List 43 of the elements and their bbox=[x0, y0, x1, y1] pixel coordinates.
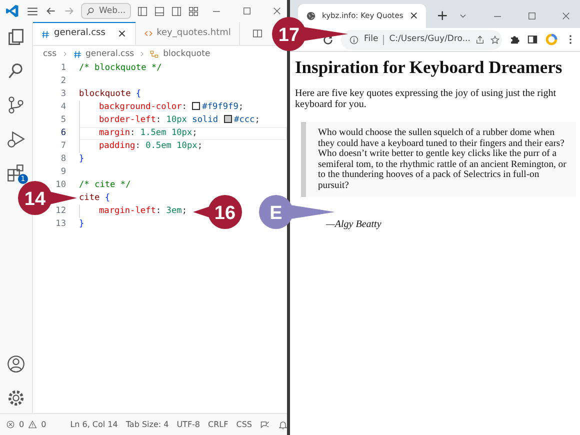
code-line: /* blockquote */ bbox=[79, 62, 163, 75]
line-number: 3 bbox=[60, 88, 67, 101]
line-number: 2 bbox=[60, 75, 67, 88]
code-line: cite { bbox=[79, 192, 112, 205]
blockquote: Who would choose the sullen squelch of a rubber dome when they could have a keyboard tuned to their fingers and their ears? Who doesn’t write better to gentle key clicks like the purr of a semiferal tom, to the rhythmic rattle of an ancient Remington, or to the thundering hooves of a pack of Selectrics in full-on pursuit? bbox=[301, 122, 576, 197]
breadcrumb-item[interactable]: css bbox=[43, 48, 57, 60]
editor-tab[interactable]: general.css × bbox=[33, 22, 136, 45]
code-line: /* cite */ bbox=[79, 179, 132, 192]
line-number: 7 bbox=[60, 140, 67, 153]
search-field[interactable]: Web... bbox=[81, 2, 131, 20]
status-item[interactable]: UTF-8 bbox=[176, 418, 200, 430]
address-bar[interactable]: File C:/Users/Guy/Dro... bbox=[341, 30, 502, 50]
warning-count[interactable]: 0 bbox=[41, 418, 46, 430]
line-number: 13 bbox=[54, 218, 67, 231]
line-number: 6 bbox=[60, 127, 67, 140]
line-number: 5 bbox=[60, 114, 67, 127]
line-number: 8 bbox=[60, 153, 67, 166]
line-number: 1 bbox=[60, 62, 67, 75]
status-item[interactable]: Tab Size: 4 bbox=[126, 418, 169, 430]
close-tab-button[interactable]: × bbox=[409, 8, 418, 24]
breadcrumb-item[interactable]: general.css bbox=[86, 48, 134, 60]
code-line: blockquote { bbox=[79, 88, 142, 101]
code-line: margin: 1.5em 10px; bbox=[79, 127, 287, 140]
line-number: 10 bbox=[54, 179, 67, 192]
code-line: background-color: #f9f9f9; bbox=[79, 101, 287, 114]
status-item[interactable]: CSS bbox=[236, 418, 252, 430]
new-tab[interactable]: + bbox=[432, 9, 452, 23]
code-line: border-left: 10px solid #ccc; bbox=[79, 114, 287, 127]
status-item[interactable]: CRLF bbox=[208, 418, 228, 430]
status-item[interactable]: Ln 6, Col 14 bbox=[70, 418, 118, 430]
line-number: 4 bbox=[60, 101, 67, 114]
code-line: padding: 0.5em 10px; bbox=[79, 140, 287, 153]
code-line: } bbox=[79, 153, 86, 166]
citation: —Algy Beatty bbox=[326, 218, 382, 232]
close-tab-button[interactable]: × bbox=[117, 26, 127, 42]
line-number: 9 bbox=[60, 166, 67, 179]
paragraph: Here are five key quotes expressing the joy of using just the right keyboard for you. bbox=[295, 89, 558, 110]
line-number: 12 bbox=[54, 205, 67, 218]
error-count[interactable]: 0 bbox=[19, 418, 24, 430]
breadcrumb-item[interactable]: blockquote bbox=[163, 48, 210, 60]
editor-tab[interactable]: key_quotes.html bbox=[136, 22, 240, 45]
code-line: } bbox=[79, 218, 86, 231]
page-heading: Inspiration for Keyboard Dreamers bbox=[295, 57, 564, 78]
